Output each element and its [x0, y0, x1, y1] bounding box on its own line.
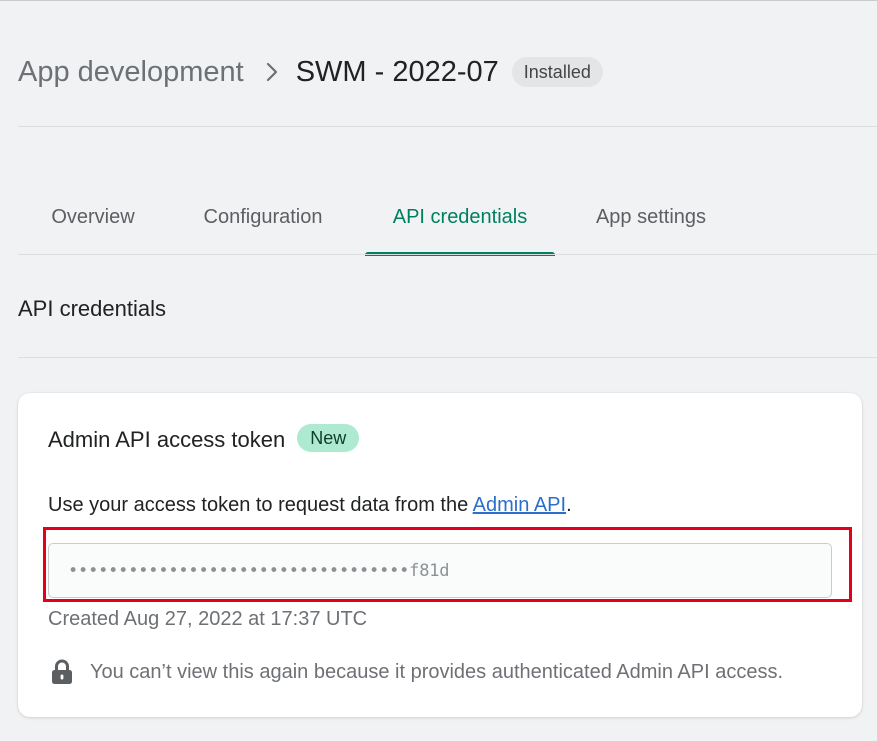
tab-label: Overview — [51, 206, 135, 228]
header-divider — [18, 126, 877, 127]
admin-api-link[interactable]: Admin API — [473, 494, 566, 516]
tab-label: API credentials — [392, 206, 528, 228]
new-badge: New — [297, 424, 360, 452]
page-header: App development SWM - 2022-07 Installed — [18, 52, 603, 92]
card-description: Use your access token to request data fr… — [48, 494, 572, 517]
card-header: Admin API access token New — [48, 424, 360, 454]
section-divider — [18, 357, 877, 358]
breadcrumb-app-development[interactable]: App development — [18, 56, 244, 89]
status-badge: Installed — [511, 57, 603, 87]
security-notice: You can’t view this again because it pro… — [50, 658, 783, 686]
tab-label: App settings — [595, 206, 707, 228]
page-title: SWM - 2022-07 — [295, 55, 499, 88]
tab-api-credentials[interactable]: API credentials — [365, 182, 555, 256]
tab-bar: Overview Configuration API credentials A… — [18, 182, 747, 256]
top-border — [0, 0, 877, 1]
created-timestamp: Created Aug 27, 2022 at 17:37 UTC — [48, 608, 368, 630]
tab-label: Configuration — [203, 206, 323, 228]
tab-configuration[interactable]: Configuration — [168, 182, 358, 255]
access-token-field[interactable]: ••••••••••••••••••••••••••••••••••f81d — [48, 543, 832, 598]
section-title: API credentials — [18, 296, 166, 321]
card-title: Admin API access token — [48, 427, 286, 452]
chevron-right-icon — [254, 52, 290, 92]
description-suffix: . — [566, 494, 572, 516]
tab-app-settings[interactable]: App settings — [555, 182, 747, 255]
tabs-divider — [18, 254, 877, 255]
description-text: Use your access token to request data fr… — [48, 494, 473, 516]
notice-text: You can’t view this again because it pro… — [90, 660, 784, 683]
lock-icon — [50, 658, 74, 686]
tab-overview[interactable]: Overview — [18, 182, 168, 255]
